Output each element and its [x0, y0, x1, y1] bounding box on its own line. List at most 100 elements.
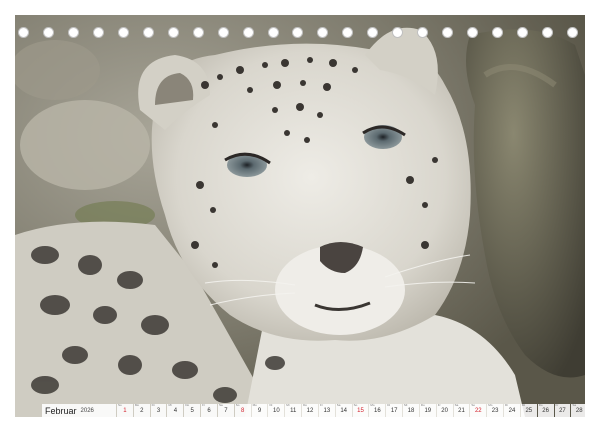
weekday-label: So — [471, 403, 476, 407]
day-cell: Di 3 — [150, 403, 167, 417]
day-number: 2 — [140, 408, 144, 414]
month-label: Februar 2026 — [42, 404, 116, 417]
weekday-label: Mo — [252, 403, 257, 407]
day-cell: Do 26 — [537, 403, 554, 417]
weekday-label: Sa — [336, 403, 341, 407]
day-cell: Mo 9 — [251, 403, 268, 417]
weekday-label: Di — [505, 403, 508, 407]
day-number: 6 — [207, 408, 211, 414]
weekday-label: Mo — [488, 403, 493, 407]
binding-hole — [242, 26, 254, 38]
day-cell: Di 24 — [504, 403, 520, 417]
weekday-label: Fr — [202, 403, 205, 407]
weekday-label: So — [353, 403, 358, 407]
weekday-label: Di — [387, 403, 391, 407]
day-number: 4 — [173, 408, 178, 414]
weekday-label: Fr — [555, 403, 559, 407]
day-cell: Fr 6 — [201, 403, 217, 417]
binding-hole — [492, 26, 504, 38]
day-number: 26 — [542, 408, 549, 414]
binding-hole — [18, 26, 29, 38]
snow-leopard-photo — [15, 15, 585, 417]
day-number: 17 — [390, 408, 398, 414]
day-cell: Do 12 — [302, 403, 318, 417]
binding-hole — [192, 26, 204, 38]
day-number: 19 — [424, 408, 432, 414]
binding-hole — [566, 26, 578, 38]
day-cell: Sa 21 — [453, 403, 470, 417]
binding-hole — [442, 26, 454, 38]
day-number: 20 — [441, 408, 448, 414]
month-name: Februar — [45, 406, 77, 416]
day-number: 16 — [373, 408, 381, 414]
day-cell: Mi 4 — [167, 403, 184, 417]
day-cell: So 15 — [352, 403, 369, 417]
binding-hole — [217, 26, 229, 38]
day-number: 3 — [156, 408, 161, 414]
day-number: 22 — [474, 408, 482, 414]
day-cell: Sa 7 — [217, 403, 234, 417]
weekday-label: So — [235, 403, 240, 407]
day-number: 5 — [190, 408, 194, 414]
weekday-label: Mi — [404, 403, 408, 407]
day-number: 1 — [123, 408, 127, 414]
day-number: 23 — [491, 408, 499, 414]
binding-hole — [267, 26, 279, 38]
weekday-label: Di — [269, 403, 273, 407]
binding-hole — [417, 26, 429, 38]
spiral-binding — [18, 21, 578, 43]
binding-hole — [67, 26, 79, 38]
weekday-label: Di — [151, 403, 155, 407]
day-cell: Fr 13 — [318, 403, 335, 417]
day-cell: Mi 25 — [520, 403, 537, 417]
day-number: 12 — [306, 408, 314, 414]
day-cell: Fr 20 — [436, 403, 453, 417]
binding-hole — [517, 26, 529, 38]
day-number: 24 — [508, 408, 516, 414]
day-cell: Di 17 — [386, 403, 403, 417]
day-cell: Sa 28 — [571, 403, 585, 417]
day-cell: Do 19 — [419, 403, 436, 417]
binding-hole — [92, 26, 104, 38]
day-number: 25 — [525, 408, 533, 414]
weekday-label: Sa — [572, 403, 577, 407]
year-label: 2026 — [80, 408, 94, 414]
binding-hole — [392, 26, 404, 38]
weekday-label: Fr — [437, 403, 441, 407]
weekday-label: Do — [185, 403, 190, 407]
weekday-label: Mi — [168, 403, 172, 407]
day-number: 27 — [559, 408, 566, 414]
day-cell: Mi 11 — [285, 403, 302, 417]
binding-hole — [342, 26, 354, 38]
weekday-label: Mi — [286, 403, 290, 407]
day-number: 28 — [575, 408, 583, 414]
weekday-label: So — [118, 403, 122, 407]
weekday-label: Mi — [521, 403, 526, 407]
binding-hole — [542, 26, 554, 38]
weekday-label: Mo — [134, 403, 139, 407]
day-number: 8 — [241, 408, 245, 414]
day-cell: So 8 — [234, 403, 251, 417]
binding-hole — [367, 26, 379, 38]
day-number: 13 — [323, 408, 331, 414]
day-cell: Do 5 — [184, 403, 201, 417]
weekday-label: Do — [538, 403, 543, 407]
weekday-label: Do — [303, 403, 307, 407]
binding-hole — [142, 26, 154, 38]
binding-hole — [292, 26, 304, 38]
day-cell: Mo 2 — [133, 403, 150, 417]
day-cell: Mi 18 — [403, 403, 419, 417]
binding-hole — [467, 26, 479, 38]
day-cell: Di 10 — [268, 403, 285, 417]
weekday-label: Do — [420, 403, 425, 407]
day-cell: Fr 27 — [554, 403, 571, 417]
weekday-label: Sa — [454, 403, 459, 407]
weekday-label: Sa — [218, 403, 223, 407]
day-number: 15 — [357, 408, 364, 414]
day-cell: Mo 16 — [369, 403, 386, 417]
day-number: 10 — [273, 408, 280, 414]
day-cell: Mo 23 — [487, 403, 504, 417]
day-number: 7 — [224, 408, 228, 414]
day-cell: Sa 14 — [335, 403, 352, 417]
calendar-date-bar: Februar 2026 So 1 Mo 2 Di 3 Mi 4 Do 5 Fr 6 Sa 7 So 8 Mo 9… — [42, 403, 585, 417]
